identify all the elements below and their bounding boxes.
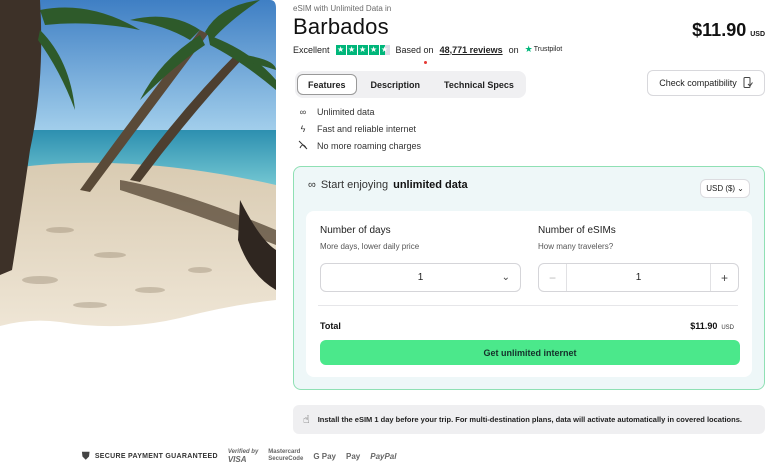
days-value: 1 [417,272,424,283]
visa-text: VISA [227,455,247,464]
google-pay-logo: G Pay [313,451,336,461]
apple-pay-text: Pay [346,451,361,461]
product-tabs: Features Description Technical Specs [295,71,526,98]
star-icon: ★ [335,44,346,55]
esims-hint: How many travelers? [538,242,614,251]
chevron-down-icon: ⌄ [501,272,510,283]
rating-stars: ★ ★ ★ ★ ★ [335,44,390,55]
esims-section: Number of eSIMs How many travelers? [538,225,616,251]
star-icon: ★ [357,44,368,55]
trustpilot-name: Trustpilot [533,46,563,53]
rating-based-on: Based on [395,44,434,55]
paypal-logo: PayPal [370,451,397,461]
product-eyebrow: eSIM with Unlimited Data in [293,4,392,13]
feature-item: ∞ Unlimited data [297,107,421,117]
star-icon: ★ [346,44,357,55]
total-label: Total [320,321,341,331]
compat-label: Check compatibility [659,78,737,88]
star-half-icon: ★ [379,44,390,55]
price-amount: $11.90 [692,20,747,40]
plan-options: Number of days More days, lower daily pr… [306,211,752,377]
trustpilot-logo: ★ Trustpilot [525,44,563,55]
days-section: Number of days More days, lower daily pr… [320,225,419,251]
rating-label: Excellent [293,44,330,55]
mastercard-securecode-logo: Mastercard SecureCode [268,449,303,463]
days-hint: More days, lower daily price [320,242,420,251]
tap-hand-icon: ☝ [303,414,310,426]
indicator-dot [424,61,427,64]
esims-value[interactable]: 1 [567,272,710,283]
securecode-text: SecureCode [268,456,304,462]
plan-heading-prefix: Start enjoying [320,179,389,191]
shield-icon: ⛊ [82,450,90,462]
trustpilot-star-icon: ★ [524,44,533,54]
tab-technical-specs[interactable]: Technical Specs [434,74,524,95]
decrement-button[interactable]: − [539,264,567,291]
install-notice: ☝ Install the eSIM 1 day before your tri… [293,405,765,434]
product-price: $11.90 USD [692,20,765,41]
phone-check-icon [743,76,753,90]
esims-label: Number of eSIMs [538,225,616,236]
mastercard-text: Mastercard [268,449,301,455]
no-roaming-icon [297,140,309,152]
days-select[interactable]: 1 ⌄ [320,263,521,292]
tab-description[interactable]: Description [361,74,431,95]
feature-label: Unlimited data [317,107,375,117]
price-currency: USD [750,31,765,38]
secure-payment: ⛊ SECURE PAYMENT GUARANTEED [82,451,218,462]
plan-heading: ∞ Start enjoying unlimited data [308,179,468,191]
plan-heading-bold: unlimited data [393,179,468,191]
feature-item: ϟ Fast and reliable internet [297,124,421,134]
payment-badges: ⛊ SECURE PAYMENT GUARANTEED Verified by … [82,449,397,464]
tab-features[interactable]: Features [297,74,357,95]
lightning-icon: ϟ [300,124,306,134]
secure-label: SECURE PAYMENT GUARANTEED [94,452,218,460]
notice-text: Install the eSIM 1 day before your trip.… [317,415,742,424]
days-label: Number of days [320,225,391,236]
feature-list: ∞ Unlimited data ϟ Fast and reliable int… [297,107,421,151]
trustpilot-rating: Excellent ★ ★ ★ ★ ★ Based on 48,771 revi… [293,44,562,55]
divider [318,305,738,306]
check-compatibility-button[interactable]: Check compatibility [647,70,765,96]
verified-by-visa-logo: Verified by VISA [227,449,258,464]
plan-card: ∞ Start enjoying unlimited data USD ($) … [293,166,765,390]
feature-label: Fast and reliable internet [317,124,417,134]
destination-hero-image [0,0,276,330]
get-unlimited-internet-button[interactable]: Get unlimited internet [320,340,740,365]
feature-label: No more roaming charges [317,141,422,151]
currency-select[interactable]: USD ($) ⌄ [700,179,750,198]
esims-stepper: − 1 + [538,263,739,292]
apple-pay-logo: Pay [346,452,360,461]
increment-button[interactable]: + [710,264,738,291]
total-currency: USD [721,325,734,331]
rating-on: on [508,44,519,55]
total-amount: $11.90 [690,321,718,331]
review-count-link[interactable]: 48,771 reviews [440,45,503,55]
infinity-icon: ∞ [308,179,316,191]
total-price: $11.90 USD [690,321,734,331]
page-title: Barbados [293,14,389,39]
feature-item: No more roaming charges [297,140,422,152]
chevron-down-icon: ⌄ [737,184,744,193]
star-icon: ★ [368,44,379,55]
currency-value: USD ($) [706,184,736,193]
infinity-icon: ∞ [299,107,307,117]
